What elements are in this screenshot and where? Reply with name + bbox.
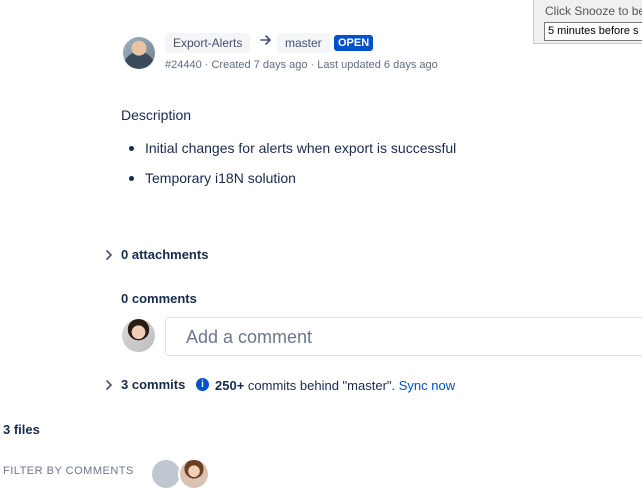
arrow-right-icon [260, 35, 271, 45]
current-user-avatar [122, 319, 155, 352]
comment-input[interactable]: Add a comment [165, 317, 642, 356]
description-heading: Description [121, 107, 192, 123]
attachments-toggle[interactable]: 0 attachments [121, 247, 208, 262]
info-icon: i [196, 378, 209, 391]
behind-count: 250+ [215, 378, 245, 393]
description-item: Initial changes for alerts when export i… [145, 140, 457, 156]
snooze-hint: Click Snooze to be [545, 4, 642, 18]
chevron-right-icon[interactable] [104, 250, 114, 260]
comments-count: 0 comments [121, 291, 197, 306]
filter-avatar[interactable] [178, 458, 210, 490]
description-item: Temporary i18N solution [145, 170, 296, 186]
target-branch[interactable]: master [277, 33, 330, 53]
bullet-icon [129, 176, 134, 181]
snooze-popup: Click Snooze to be 5 minutes before s [533, 0, 642, 44]
bullet-icon [129, 146, 134, 151]
commits-behind: 250+ commits behind "master". Sync now [215, 378, 455, 393]
status-badge: OPEN [334, 35, 374, 51]
commits-toggle[interactable]: 3 commits [121, 377, 185, 392]
author-avatar[interactable] [123, 37, 155, 69]
source-branch[interactable]: Export-Alerts [165, 33, 251, 53]
pr-meta: #24440 · Created 7 days ago · Last updat… [165, 59, 438, 71]
behind-text: commits behind "master". [244, 378, 399, 393]
files-count: 3 files [3, 422, 40, 437]
chevron-right-icon[interactable] [104, 380, 114, 390]
sync-now-link[interactable]: Sync now [399, 378, 455, 393]
snooze-select[interactable]: 5 minutes before s [544, 22, 642, 41]
filter-by-comments-label: FILTER BY COMMENTS [3, 465, 134, 477]
